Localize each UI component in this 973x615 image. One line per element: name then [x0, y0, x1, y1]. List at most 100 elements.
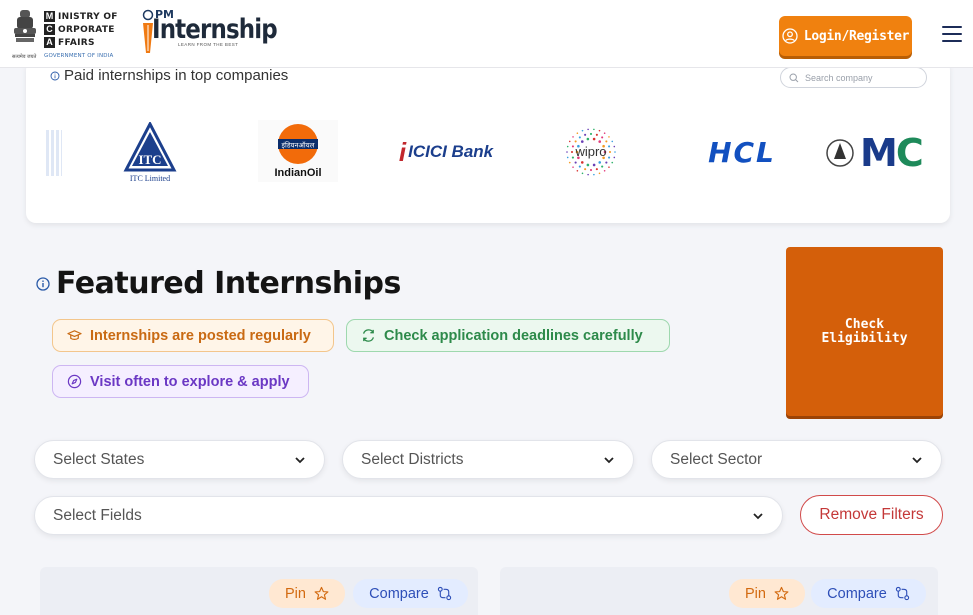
chevron-down-icon: [912, 456, 922, 463]
wipro-dot: [578, 165, 581, 168]
select-states-label: Select States: [53, 450, 145, 468]
wipro-dot: [586, 163, 590, 167]
hcl-logo[interactable]: HCL: [686, 132, 798, 172]
wipro-dot: [611, 140, 614, 143]
wipro-label: wipro: [574, 144, 606, 159]
wipro-dot: [593, 173, 595, 176]
paid-internships-text: Paid internships in top companies: [64, 67, 289, 84]
wipro-dot: [595, 133, 598, 136]
wipro-dot: [598, 140, 602, 143]
wipro-dot: [566, 151, 568, 153]
wipro-dot: [608, 145, 611, 148]
chip-label: Check application deadlines carefully: [384, 327, 643, 344]
wipro-dot: [576, 169, 579, 172]
wipro-dot: [598, 161, 602, 164]
indianoil-emblem-icon: इंडियनऑयल: [278, 124, 318, 164]
chip-posted-regularly: Internships are posted regularly: [52, 319, 334, 352]
remove-filters-button[interactable]: Remove Filters: [800, 495, 943, 535]
user-circle-icon: [782, 28, 798, 44]
emblem-caption: सत्यमेव जयते: [12, 54, 37, 60]
mca-word: ORPORATE: [58, 24, 115, 35]
pin-button[interactable]: Pin: [269, 579, 345, 608]
mca-logo: M INISTRY OF C ORPORATE A FFAIRS: [44, 10, 129, 49]
wipro-dot: [613, 156, 616, 159]
wipro-dot: [576, 132, 579, 135]
wipro-dot: [584, 168, 587, 171]
login-register-label: Login/Register: [803, 28, 910, 44]
national-emblem-icon: [14, 10, 36, 42]
internship-wordmark: Internship: [152, 14, 278, 45]
wipro-dot: [598, 129, 601, 132]
wipro-dot: [581, 172, 584, 175]
wipro-dot: [587, 128, 589, 131]
wipro-dot: [580, 161, 584, 164]
pin-label: Pin: [745, 585, 766, 602]
wipro-dot: [578, 136, 581, 139]
wipro-dot: [613, 145, 616, 148]
select-fields-label: Select Fields: [53, 506, 142, 524]
mca-letter: C: [44, 24, 55, 35]
wipro-dot: [574, 140, 577, 143]
wipro-dot: [589, 132, 593, 135]
mc-logo[interactable]: MC: [826, 130, 930, 176]
wipro-dot: [586, 137, 590, 141]
mca-word: FFAIRS: [58, 37, 95, 48]
internship-card: Pin Compare: [500, 567, 938, 615]
icici-bank-logo[interactable]: i ICICI Bank: [386, 132, 506, 172]
wipro-dot: [601, 165, 604, 168]
mca-word: INISTRY OF: [58, 11, 118, 22]
compare-arrows-icon: [437, 586, 451, 601]
wipro-dot: [608, 136, 610, 138]
mca-letter: M: [44, 11, 55, 22]
wipro-logo[interactable]: wipro: [556, 124, 626, 180]
pin-label: Pin: [285, 585, 306, 602]
mc-letter-c: C: [895, 131, 924, 175]
search-icon: [789, 72, 799, 82]
wipro-dot: [603, 169, 606, 172]
wipro-dot: [605, 140, 608, 143]
wipro-dot: [566, 156, 569, 159]
chevron-down-icon: [753, 512, 763, 519]
wipro-dot: [581, 129, 584, 132]
compass-icon: [67, 374, 82, 389]
wipro-dot: [605, 161, 608, 164]
compare-button[interactable]: Compare: [353, 579, 468, 608]
chip-label: Visit often to explore & apply: [90, 373, 290, 390]
wipro-dot: [572, 166, 574, 168]
compare-label: Compare: [827, 585, 887, 602]
partial-company-logo[interactable]: [46, 130, 62, 176]
svg-text:ITC: ITC: [138, 152, 161, 167]
icici-i-mark-icon: i: [398, 136, 407, 167]
wipro-dot: [566, 145, 569, 148]
seal-icon: [826, 139, 854, 167]
wipro-dot: [598, 172, 601, 175]
itc-logo[interactable]: ITC ITC Limited: [120, 120, 180, 184]
wipro-dot: [580, 140, 584, 143]
chip-check-deadlines: Check application deadlines carefully: [346, 319, 670, 352]
wipro-dot: [614, 151, 616, 153]
search-company-input[interactable]: Search company: [780, 67, 927, 88]
compare-button[interactable]: Compare: [811, 579, 926, 608]
check-eligibility-button[interactable]: Check Eligibility: [786, 247, 943, 416]
indianoil-logo[interactable]: इंडियनऑयल IndianOil: [258, 120, 338, 182]
government-of-india-label: GOVERNMENT OF INDIA: [44, 53, 114, 59]
wipro-dot: [603, 132, 606, 135]
select-districts-dropdown[interactable]: Select Districts: [342, 440, 634, 479]
menu-bar: [942, 40, 962, 42]
check-eligibility-line: Check: [844, 316, 885, 332]
mc-letter-m: M: [860, 131, 898, 175]
wipro-dot: [611, 161, 614, 164]
wipro-dot: [601, 136, 604, 139]
login-register-button[interactable]: Login/Register: [779, 16, 912, 56]
select-sector-dropdown[interactable]: Select Sector: [651, 440, 942, 479]
pin-button[interactable]: Pin: [729, 579, 805, 608]
wipro-dot: [584, 133, 587, 136]
graduation-cap-icon: [67, 330, 82, 340]
indianoil-hindi-label: इंडियनऑयल: [282, 141, 315, 150]
mca-row: A FFAIRS: [44, 36, 129, 49]
wipro-dot: [608, 156, 611, 159]
wipro-dot: [592, 137, 596, 141]
select-fields-dropdown[interactable]: Select Fields: [34, 496, 783, 535]
hamburger-menu-icon[interactable]: [942, 26, 962, 44]
select-states-dropdown[interactable]: Select States: [34, 440, 325, 479]
